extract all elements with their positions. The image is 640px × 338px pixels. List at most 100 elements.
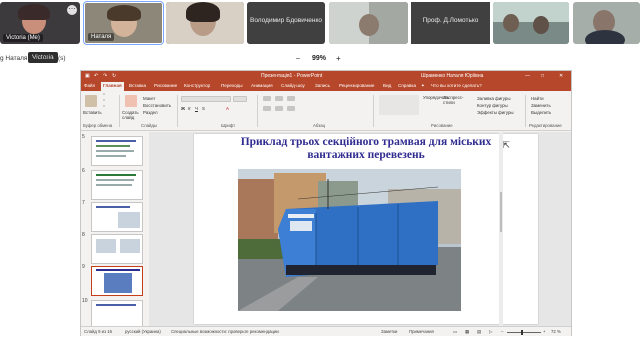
align-left-icon[interactable] <box>263 106 271 111</box>
create-slide-button[interactable]: Создать слайд <box>122 110 139 120</box>
participant-face-2 <box>533 16 549 34</box>
redo-icon[interactable]: ↷ <box>103 73 107 79</box>
comments-button[interactable]: Примечания <box>409 329 434 334</box>
zoom-level[interactable]: 72 % <box>551 329 561 334</box>
bold-icon[interactable]: Ж <box>181 106 185 111</box>
tab-draw[interactable]: Рисование <box>154 83 177 88</box>
tab-review[interactable]: Рецензирование <box>339 83 374 88</box>
slide-thumbnail-5[interactable] <box>91 136 143 166</box>
paste-button[interactable]: Вставить <box>83 110 102 115</box>
slide-thumbnail-9[interactable] <box>91 266 143 296</box>
zoom-slider-knob[interactable] <box>521 330 523 335</box>
zoom-out-button[interactable]: – <box>296 55 300 62</box>
ribbon-divider <box>177 95 178 127</box>
close-button[interactable]: ✕ <box>559 73 563 79</box>
sorter-view-icon[interactable]: ▦ <box>465 329 469 335</box>
zoom-out-icon[interactable]: – <box>501 329 503 334</box>
vertical-scrollbar[interactable] <box>499 132 503 326</box>
numbering-icon[interactable] <box>275 96 283 101</box>
slide-thumbnail-7[interactable] <box>91 202 143 232</box>
format-painter-icon[interactable] <box>103 105 105 107</box>
paste-icon[interactable] <box>85 95 97 107</box>
arrange-button[interactable]: Упорядочить <box>423 95 449 100</box>
font-color-icon[interactable]: A <box>226 106 229 111</box>
user-name[interactable]: Шраменко Наталя Юріївна <box>421 73 483 79</box>
undo-icon[interactable]: ↶ <box>94 73 98 79</box>
ribbon-divider <box>119 95 120 127</box>
slide-thumbnail-10[interactable] <box>91 300 143 326</box>
new-slide-icon[interactable] <box>125 95 137 107</box>
participant-tile-8b[interactable] <box>493 2 569 44</box>
slide-thumbnail-6[interactable] <box>91 170 143 200</box>
find-button[interactable]: Найти <box>531 96 544 101</box>
participant-tile-natalia[interactable]: Наталя <box>83 1 164 45</box>
tab-transitions[interactable]: Переходы <box>221 83 243 88</box>
notes-button[interactable]: Заметки <box>381 329 397 334</box>
ribbon-divider <box>257 95 258 127</box>
maximize-button[interactable]: □ <box>541 73 544 79</box>
thumbnail-number: 8 <box>82 232 85 238</box>
participant-label: Наталя <box>88 33 115 41</box>
font-name-dropdown[interactable] <box>181 96 231 102</box>
more-options-icon[interactable]: ⋯ <box>67 5 77 15</box>
window-title: Презентація1 - PowerPoint <box>261 73 323 79</box>
participant-tile-3b[interactable] <box>166 2 244 44</box>
select-button[interactable]: Выделить <box>531 110 551 115</box>
cut-icon[interactable] <box>103 93 105 95</box>
copy-icon[interactable] <box>103 99 105 101</box>
indent-icon[interactable] <box>287 96 295 101</box>
participant-tile-5b[interactable] <box>329 2 408 44</box>
shadow-icon[interactable]: S <box>202 106 205 111</box>
participant-hair <box>18 4 50 20</box>
slide-thumbnail-8[interactable] <box>91 234 143 264</box>
align-right-icon[interactable] <box>287 106 295 111</box>
replace-button[interactable]: Заменить <box>531 103 551 108</box>
express-styles-button[interactable]: Экспресс-стили <box>443 95 463 105</box>
tell-me-search[interactable]: Что вы хотите сделать? <box>431 83 482 88</box>
current-slide[interactable]: Приклад трьох секційного трамвая для міс… <box>194 134 538 324</box>
italic-icon[interactable]: К <box>188 106 191 111</box>
normal-view-icon[interactable]: ▭ <box>453 329 457 335</box>
align-center-icon[interactable] <box>275 106 283 111</box>
minimize-button[interactable]: — <box>525 73 530 79</box>
participant-tile-9[interactable] <box>573 2 640 44</box>
slideshow-icon[interactable]: ▷ <box>489 329 492 335</box>
tab-view[interactable]: Вид <box>383 83 391 88</box>
tab-file[interactable]: Файл <box>84 83 95 88</box>
tram-photo[interactable] <box>238 169 461 311</box>
bullets-icon[interactable] <box>263 96 271 101</box>
font-size-dropdown[interactable] <box>233 96 247 102</box>
participant-name: Володимир Бдовиченко <box>250 17 322 24</box>
section-button[interactable]: Раздел <box>143 110 158 115</box>
scroll-thumb[interactable] <box>500 192 502 232</box>
thumb-line <box>96 145 130 147</box>
tab-record[interactable]: Запись <box>315 83 330 88</box>
zoom-in-icon[interactable]: + <box>543 329 546 334</box>
tab-slideshow[interactable]: Слайд-шоу <box>281 83 305 88</box>
shapes-gallery[interactable] <box>379 95 419 115</box>
tab-design[interactable]: Конструктор <box>184 83 210 88</box>
shape-effects-button[interactable]: Эффекты фигуры <box>477 110 514 115</box>
tab-home[interactable]: Главная <box>101 82 124 91</box>
participant-tile-vdovychenko-b[interactable]: Володимир Бдовиченко <box>247 2 325 44</box>
slide-title[interactable]: Приклад трьох секційного трамвая для міс… <box>214 136 518 161</box>
reading-view-icon[interactable]: ▤ <box>477 329 481 335</box>
thumbnail-number: 6 <box>82 168 85 174</box>
tab-animations[interactable]: Анимация <box>251 83 273 88</box>
accessibility-status[interactable]: Специальные возможности: проверьте реком… <box>171 329 279 334</box>
shape-fill-button[interactable]: Заливка фигуры <box>477 96 511 101</box>
tab-help[interactable]: Справка <box>398 83 416 88</box>
layout-button[interactable]: Макет <box>143 96 155 101</box>
powerpoint-window: ▣ ↶ ↷ ↻ Презентація1 - PowerPoint Шрамен… <box>80 70 572 336</box>
shape-outline-button[interactable]: Контур фигуры <box>477 103 508 108</box>
language-indicator[interactable]: русский (Украина) <box>125 329 161 334</box>
reset-button[interactable]: Восстановить <box>143 103 171 108</box>
repeat-icon[interactable]: ↻ <box>112 73 116 79</box>
participant-tile-lomotko[interactable]: Проф. Д.Ломотько <box>411 2 490 44</box>
underline-icon[interactable]: Ч <box>195 106 198 111</box>
tab-insert[interactable]: Вставка <box>129 83 146 88</box>
zoom-in-button[interactable]: + <box>336 54 341 63</box>
zoom-slider[interactable] <box>507 332 541 333</box>
save-icon[interactable]: ▣ <box>85 73 90 79</box>
participant-tile-victoria[interactable]: ⋯ Victoria (Me) <box>0 2 80 44</box>
